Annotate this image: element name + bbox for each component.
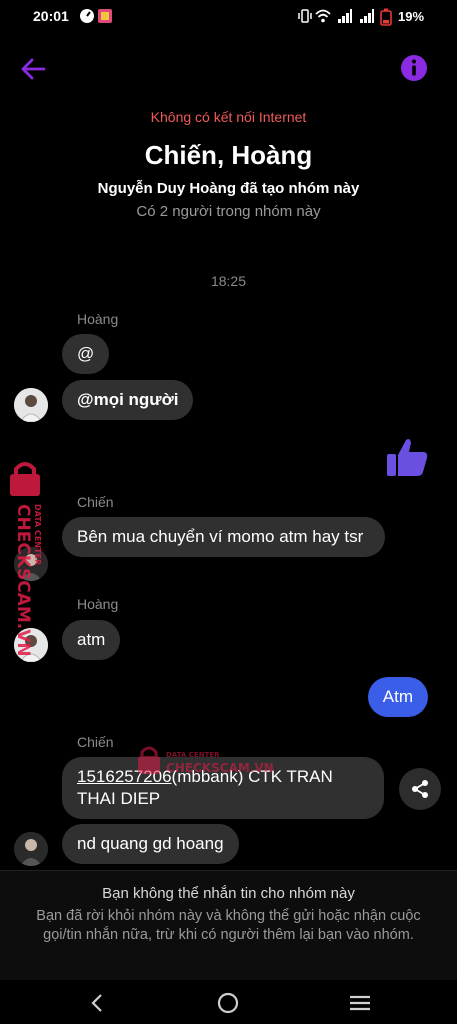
sender-name: Hoàng [77, 311, 119, 327]
message-bubble[interactable]: Bên mua chuyển ví momo atm hay tsr [62, 517, 385, 557]
signal-icon-2 [360, 9, 374, 23]
svg-text:DATA CENTER: DATA CENTER [166, 751, 220, 759]
system-navigation-bar [0, 980, 457, 1024]
share-button[interactable] [399, 768, 441, 810]
status-bar: 20:01 19% [0, 0, 457, 34]
nav-recents-button[interactable] [345, 988, 375, 1018]
no-internet-banner: Không có kết nối Internet [150, 109, 307, 125]
battery-icon [380, 8, 392, 26]
back-button[interactable] [18, 54, 48, 84]
info-icon [401, 55, 427, 81]
user-photo-icon [14, 388, 48, 422]
member-count: Có 2 người trong nhóm này [136, 203, 321, 220]
user-photo-icon [14, 832, 48, 866]
cannot-message-notice: Bạn không thể nhắn tin cho nhóm này Bạn … [0, 870, 457, 980]
sender-name: Hoàng [77, 596, 119, 612]
chevron-left-icon [91, 994, 102, 1012]
status-time: 20:01 [33, 8, 69, 24]
svg-text:CHECKSCAM.VN: CHECKSCAM.VN [166, 761, 274, 775]
thumbs-up-icon [387, 439, 428, 476]
thumbs-up-reaction[interactable] [384, 434, 430, 480]
sender-name: Chiến [77, 494, 114, 510]
message-bubble[interactable]: @ [62, 334, 110, 374]
message-bubble[interactable]: atm [62, 620, 121, 660]
group-created-by: Nguyễn Duy Hoàng đã tạo nhóm này [97, 180, 360, 197]
nav-home-button[interactable] [213, 988, 243, 1018]
arrow-left-icon [21, 58, 46, 80]
vibrate-icon [298, 9, 312, 23]
sender-name: Chiến [77, 734, 114, 750]
avatar[interactable] [14, 388, 48, 422]
group-name: Chiến, Hoàng [144, 140, 313, 170]
share-icon [412, 780, 428, 798]
menu-lines-icon [350, 995, 370, 1011]
checkscam-watermark-center: DATA CENTER CHECKSCAM.VN [138, 746, 274, 775]
message-bubble[interactable]: @mọi người [62, 380, 194, 420]
battery-percent: 19% [398, 9, 425, 24]
svg-text:CHECKSCAM.VN: CHECKSCAM.VN [13, 504, 33, 657]
notice-title: Bạn không thể nhắn tin cho nhóm này [102, 885, 355, 902]
checkscam-watermark: CHECKSCAM.VN DATA CENTER [10, 462, 42, 657]
speed-icon [80, 9, 94, 23]
message-bubble[interactable]: nd quang gd hoang [62, 824, 239, 864]
message-timestamp: 18:25 [210, 273, 247, 289]
avatar[interactable] [14, 832, 48, 866]
signal-icon-1 [338, 9, 352, 23]
chat-screen: 20:01 19% Không có kết nối Internet Chiế… [0, 0, 457, 1024]
home-circle-icon [217, 992, 239, 1014]
svg-text:DATA CENTER: DATA CENTER [33, 504, 42, 565]
nav-back-button[interactable] [82, 988, 112, 1018]
outgoing-message-bubble[interactable]: Atm [367, 677, 428, 717]
app-notification-icon [98, 9, 112, 23]
notice-text: Bạn đã rời khỏi nhóm này và không thể gử… [36, 908, 421, 943]
info-button[interactable] [400, 54, 428, 82]
wifi-icon [315, 9, 331, 23]
